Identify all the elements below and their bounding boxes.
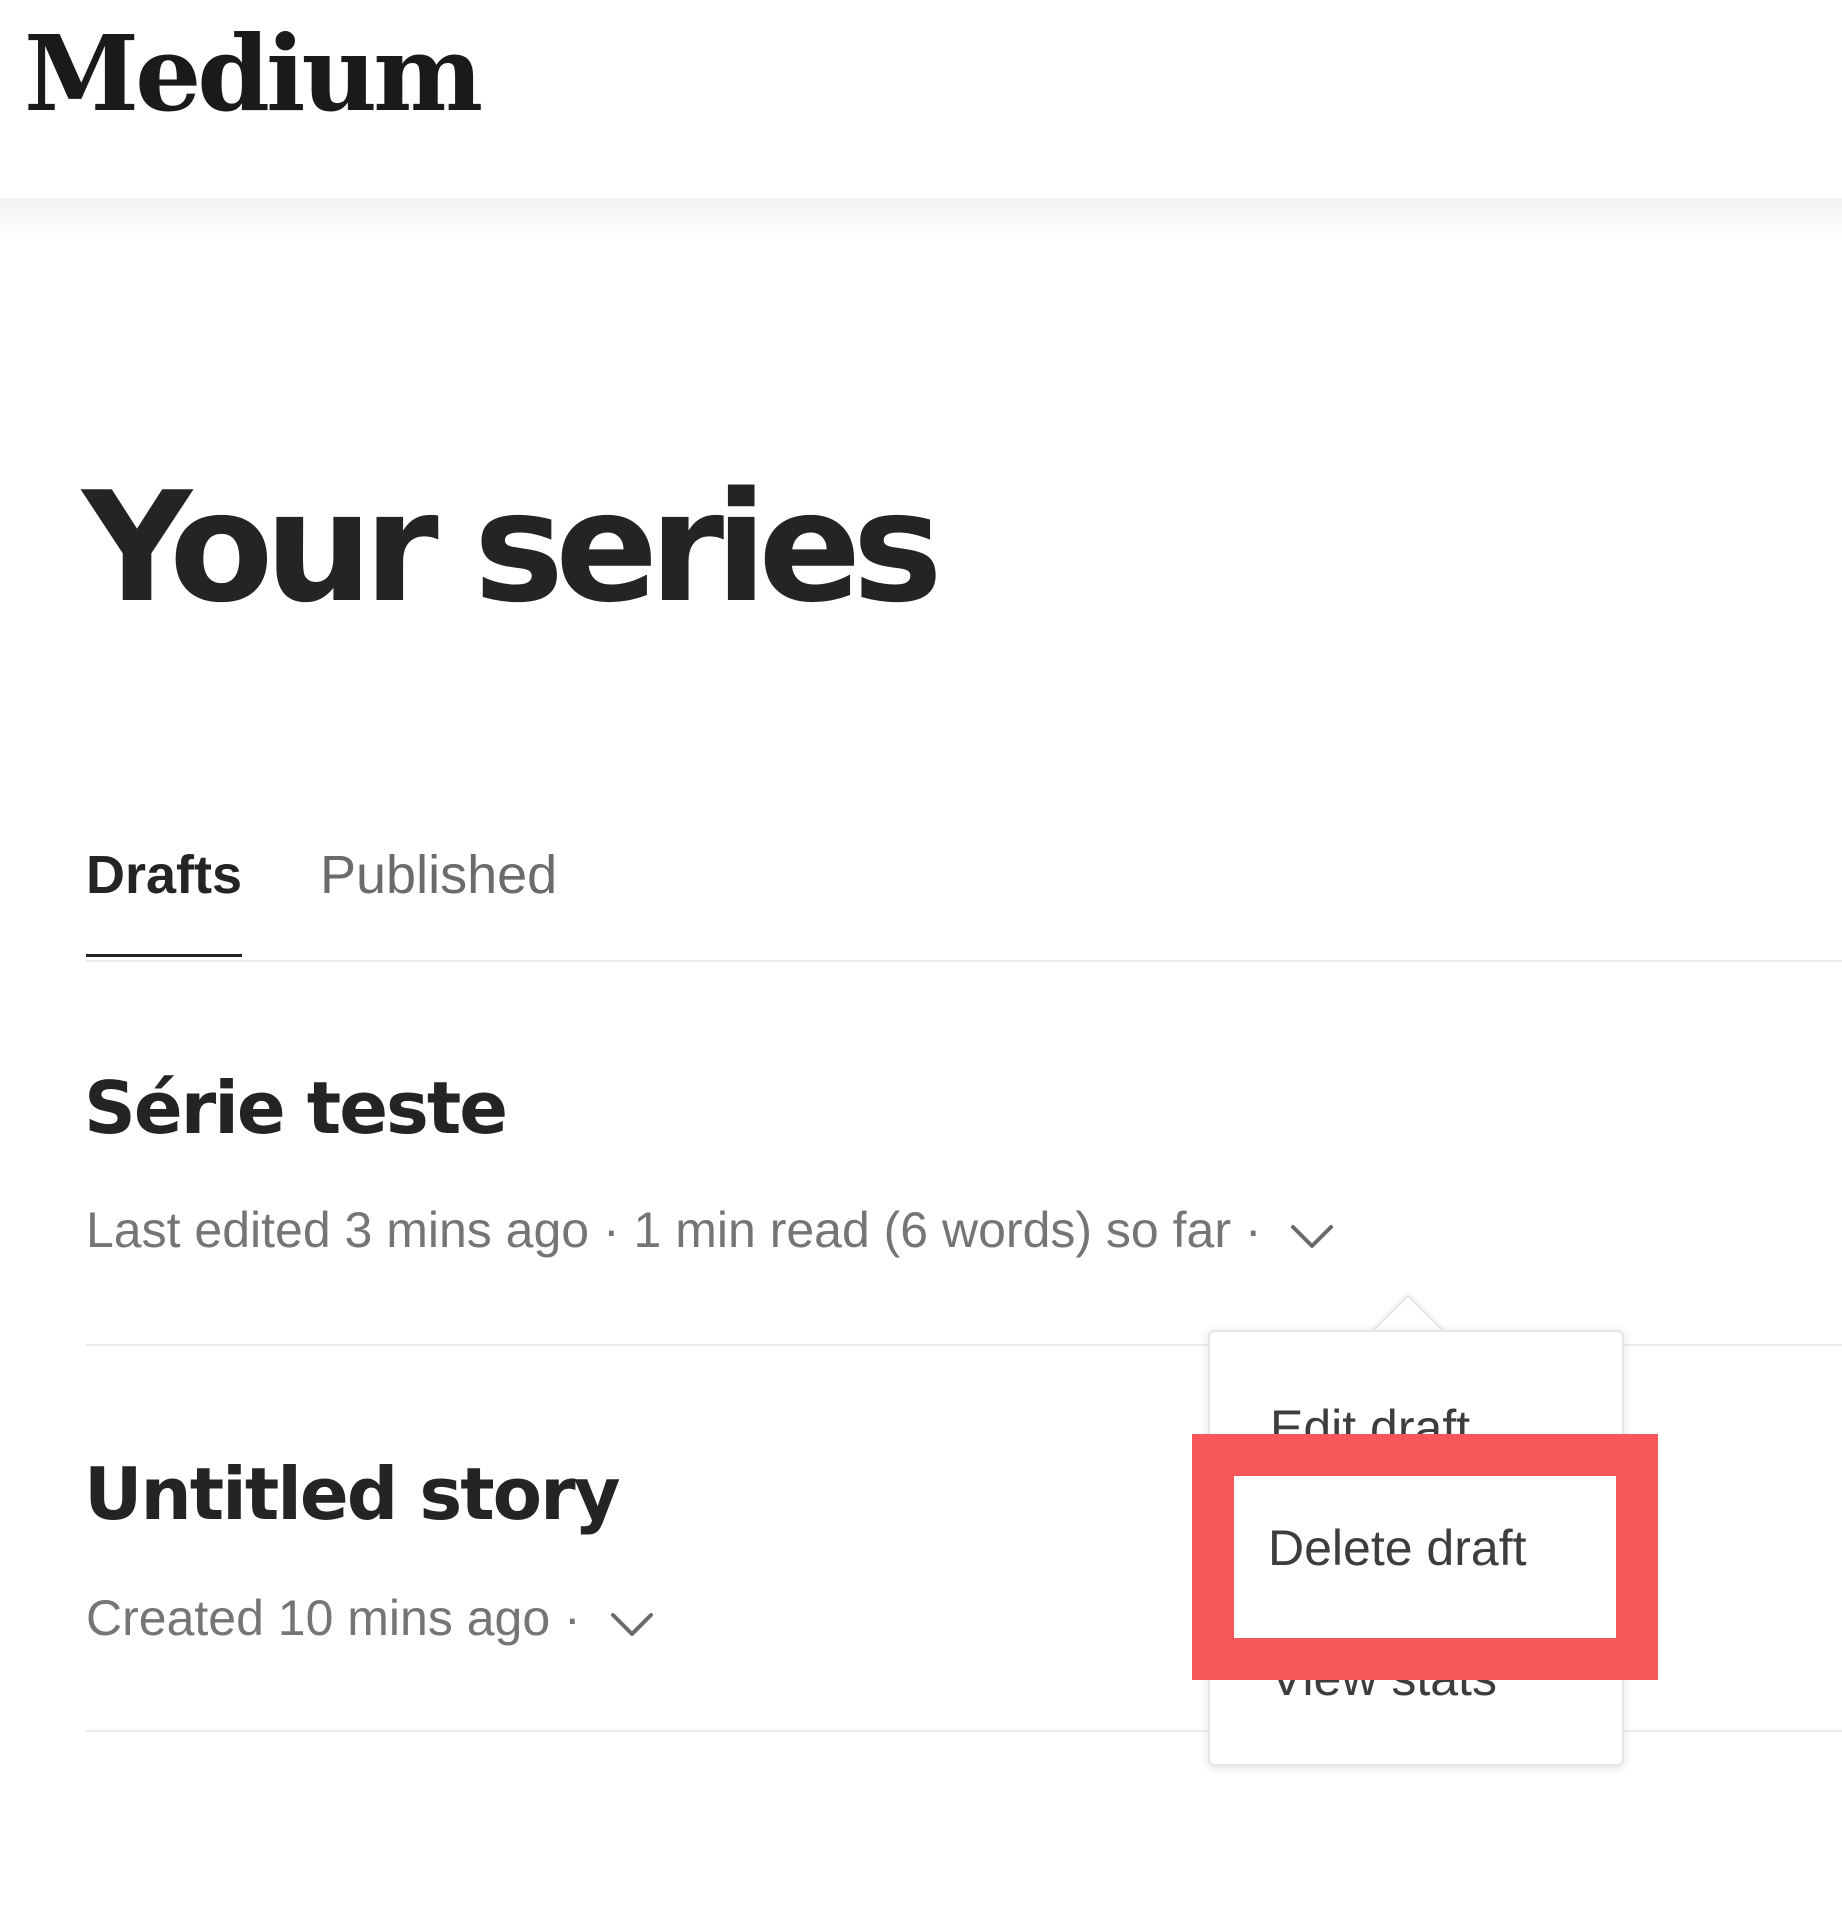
- medium-logo[interactable]: Medium: [24, 22, 483, 126]
- story-title-serie-teste[interactable]: Série teste: [84, 1072, 508, 1144]
- story-meta-serie-teste: Last edited 3 mins ago · 1 min read (6 w…: [86, 1200, 1335, 1264]
- story-meta-text: Created 10 mins ago ·: [86, 1590, 581, 1646]
- tab-drafts[interactable]: Drafts: [86, 840, 242, 910]
- menu-item-view-stats[interactable]: View stats: [1270, 1648, 1497, 1708]
- topbar-shadow: [0, 198, 1842, 242]
- story-meta-untitled-story: Created 10 mins ago ·: [86, 1588, 655, 1652]
- story-title-untitled-story[interactable]: Untitled story: [84, 1458, 621, 1530]
- active-tab-indicator: [86, 954, 242, 957]
- tabs-divider: [86, 960, 1842, 962]
- story-meta-text: Last edited 3 mins ago · 1 min read (6 w…: [86, 1202, 1262, 1258]
- menu-item-delete-draft[interactable]: Delete draft: [1268, 1518, 1526, 1578]
- top-navigation-bar: Medium: [0, 0, 1842, 198]
- menu-item-edit-draft[interactable]: Edit draft: [1270, 1398, 1470, 1458]
- chevron-down-icon[interactable]: [1289, 1204, 1335, 1264]
- page-title: Your series: [82, 459, 943, 636]
- tab-published[interactable]: Published: [320, 840, 557, 910]
- chevron-down-icon[interactable]: [609, 1592, 655, 1652]
